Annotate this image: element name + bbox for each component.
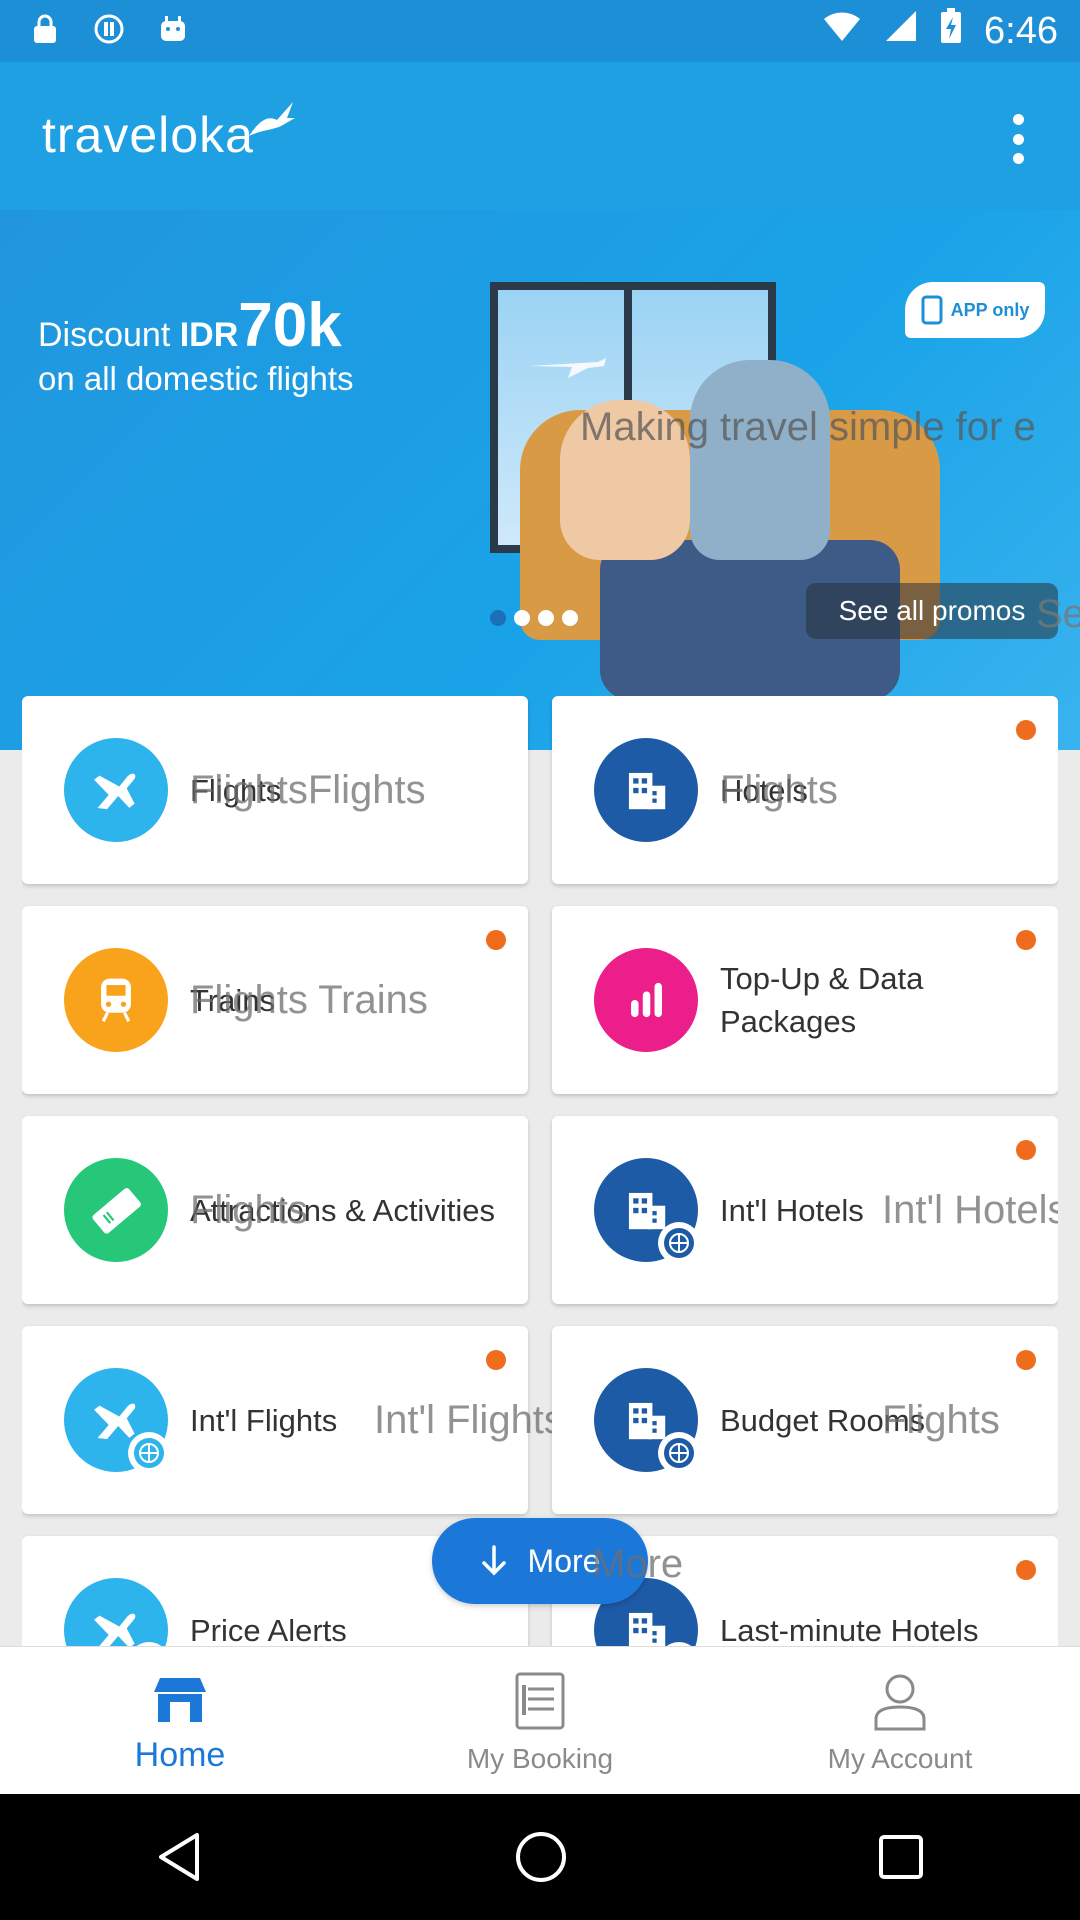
bird-logo-icon [249, 102, 295, 136]
price-alert-icon [64, 1578, 170, 1646]
account-icon [874, 1674, 926, 1731]
secondary-badge-icon [658, 1222, 700, 1264]
bottom-nav: Home My Booking My Account [0, 1646, 1080, 1795]
system-navigation-bar [0, 1794, 1080, 1920]
recents-square-icon[interactable] [877, 1833, 925, 1881]
wifi-icon [822, 10, 862, 53]
carousel-dot[interactable] [514, 610, 530, 626]
plane-icon [64, 738, 168, 842]
lock-icon [28, 12, 62, 46]
overlay-ghost-text: Int'l Hotels [882, 1188, 1058, 1232]
banner-headline: Discount IDR70k [38, 291, 342, 360]
back-icon[interactable] [155, 1831, 205, 1883]
booking-list-icon [515, 1672, 565, 1730]
new-indicator-dot [1016, 1350, 1036, 1370]
overlay-ghost-text: FlightsFlights [190, 768, 426, 812]
service-tile-int-l-hotels[interactable]: Int'l Hotels Int'l Hotels [552, 1116, 1058, 1304]
airplane-illustration-icon [530, 358, 606, 378]
more-ghost-text: More [592, 1542, 684, 1586]
arrow-down-icon [481, 1545, 506, 1576]
app-bar: traveloka [0, 62, 1080, 210]
new-indicator-dot [1016, 1140, 1036, 1160]
budget-hotel-icon [594, 1368, 700, 1474]
phone-icon [921, 295, 943, 325]
ticket-icon [64, 1158, 168, 1262]
train-icon [64, 948, 168, 1052]
nav-my-booking[interactable]: My Booking [360, 1647, 720, 1795]
overlay-ghost-text: Flights [720, 768, 838, 812]
carousel-indicator [490, 610, 578, 626]
new-indicator-dot [1016, 1560, 1036, 1580]
nav-my-account[interactable]: My Account [720, 1647, 1080, 1795]
new-indicator-dot [486, 930, 506, 950]
see-all-ghost-text: Se [1036, 592, 1080, 636]
secondary-badge-icon [128, 1432, 170, 1474]
android-icon [156, 12, 190, 46]
brand-name: traveloka [42, 107, 254, 163]
signal-icon [884, 9, 918, 53]
service-tile-flights[interactable]: Flights FlightsFlights [22, 696, 528, 884]
secondary-badge-icon [658, 1432, 700, 1474]
see-all-promos-button[interactable]: See all promos [806, 583, 1058, 639]
clock-time: 6:46 [984, 9, 1058, 52]
service-tile-top-up-data-packages[interactable]: Top-Up & Data Packages [552, 906, 1058, 1094]
overflow-menu-icon[interactable] [1006, 114, 1030, 164]
status-bar: 6:46 [0, 0, 1080, 62]
service-tile-int-l-flights[interactable]: Int'l Flights Int'l Flights [22, 1326, 564, 1514]
battery-icon [940, 8, 962, 54]
service-tile-attractions-activities[interactable]: Attractions & Activities Flights [22, 1116, 528, 1304]
service-tile-trains[interactable]: Trains Flights Trains [22, 906, 528, 1094]
overlay-ghost-text: Int'l Flights [374, 1398, 564, 1442]
promo-banner[interactable]: Discount IDR70k on all domestic flights … [0, 210, 1080, 750]
info-circle-icon [92, 12, 126, 46]
service-tile-label: Last-minute Hotels [720, 1612, 979, 1647]
new-indicator-dot [486, 1350, 506, 1370]
traveloka-logo: traveloka [42, 102, 295, 164]
nav-home[interactable]: Home [0, 1647, 360, 1795]
intl-hotel-icon [594, 1158, 700, 1264]
service-grid: Flights FlightsFlights Hotels Flights Trains… [22, 696, 1058, 1646]
hotel-building-icon [594, 738, 698, 842]
home-circle-icon[interactable] [514, 1830, 568, 1884]
carousel-dot[interactable] [490, 610, 506, 626]
banner-subline: on all domestic flights [38, 360, 354, 397]
new-indicator-dot [1016, 720, 1036, 740]
carousel-dot[interactable] [538, 610, 554, 626]
overlay-ghost-text: Flights Trains [190, 978, 428, 1022]
carousel-dot[interactable] [562, 610, 578, 626]
overlay-ghost-text: Flights [190, 1188, 308, 1232]
service-tile-label: Top-Up & Data Packages [720, 961, 924, 1039]
intl-plane-icon [64, 1368, 170, 1474]
service-tile-budget-rooms[interactable]: Budget Rooms Flights [552, 1326, 1058, 1514]
person-illustration-man [690, 360, 830, 560]
new-indicator-dot [1016, 930, 1036, 950]
overlay-ghost-text: Flights [882, 1398, 1000, 1442]
bar-chart-icon [594, 948, 698, 1052]
app-only-badge: APP only [905, 282, 1045, 338]
tagline-overlay: Making travel simple for e [580, 405, 1036, 449]
service-tile-hotels[interactable]: Hotels Flights [552, 696, 1058, 884]
home-store-icon [154, 1678, 206, 1722]
